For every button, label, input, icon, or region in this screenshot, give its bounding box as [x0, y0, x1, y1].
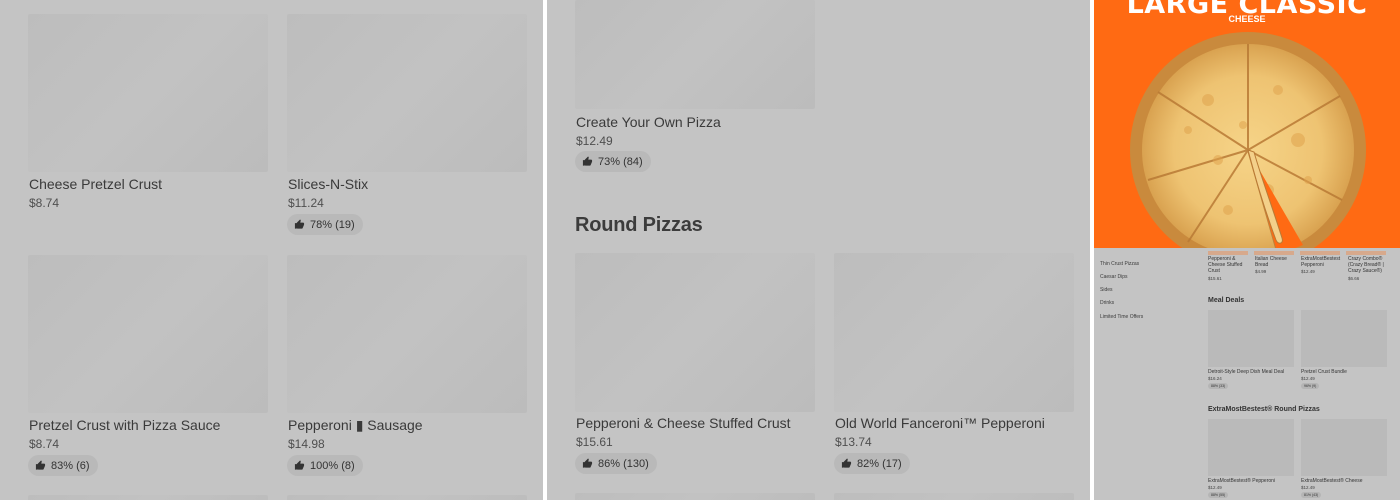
item-price: $4.99 — [1255, 269, 1267, 274]
item-name: Italian Cheese Bread — [1255, 256, 1287, 268]
item-price: $14.98 — [288, 437, 325, 451]
section-title-extramostbestest: ExtraMostBestest® Round Pizzas — [1208, 406, 1320, 413]
rating-badge: 82% (17) — [834, 453, 910, 474]
section-title-meal-deals: Meal Deals — [1208, 297, 1245, 304]
thumbs-up-icon — [582, 156, 593, 166]
thumbnail-image-strip — [1300, 251, 1340, 255]
item-name: Detroit-Style Deep Dish Meal Deal — [1208, 369, 1285, 375]
item-image-placeholder — [287, 495, 527, 500]
item-name: Pepperoni & Cheese Stuffed Crust — [1208, 256, 1243, 274]
rating-badge: 88% (33) — [1208, 383, 1229, 389]
item-name: ExtraMostBestest® Pepperoni — [1208, 478, 1276, 484]
rating-text: 100% (8) — [310, 459, 355, 472]
nav-item[interactable]: Limited Time Offers — [1100, 314, 1143, 320]
rating-badge: 96% (9) — [1301, 383, 1320, 389]
thumbs-up-icon — [294, 219, 305, 229]
item-image-placeholder — [28, 495, 268, 500]
menu-panel-middle: Create Your Own Pizza $12.49 73% (84) Ro… — [547, 0, 1090, 500]
item-image-placeholder — [287, 255, 527, 413]
menu-item-card[interactable]: Slices-N-Stix $11.24 78% (19) — [0, 0, 543, 240]
promo-and-overview-panel: LARGE CLASSIC CHEESE Thin Crust Pizzas C… — [1094, 0, 1400, 500]
item-image-placeholder — [1301, 419, 1387, 476]
item-price: $12.49 — [1301, 376, 1315, 381]
rating-badge: 73% (84) — [575, 151, 651, 172]
rating-text: 82% (17) — [857, 457, 902, 470]
item-price: $6.66 — [1348, 276, 1360, 281]
item-name: Slices-N-Stix — [288, 176, 369, 192]
item-name: Create Your Own Pizza — [576, 114, 721, 130]
item-image-placeholder — [575, 493, 815, 500]
thumbs-up-icon — [841, 458, 852, 468]
cheese-pizza-image — [1130, 32, 1366, 248]
item-price: $11.24 — [288, 196, 324, 210]
item-image-placeholder — [834, 253, 1074, 412]
nav-item[interactable]: Sides — [1100, 287, 1113, 293]
rating-badge: 100% (8) — [287, 455, 363, 476]
nav-item[interactable]: Caesar Dips — [1100, 274, 1128, 280]
thumbnail-image-strip — [1346, 251, 1386, 255]
item-image-placeholder — [1301, 310, 1387, 367]
item-name: Old World Fanceroni™ Pepperoni — [835, 415, 1045, 431]
rating-text: 78% (19) — [310, 218, 355, 231]
rating-badge: 88% (55) — [1208, 492, 1229, 498]
menu-item-card[interactable]: Pepperoni ▮ Sausage $14.98 100% (8) — [0, 240, 543, 490]
thumbs-up-icon — [294, 460, 305, 470]
rating-text: 73% (84) — [598, 155, 643, 168]
item-image-placeholder — [287, 14, 527, 172]
item-name: ExtraMostBestest Pepperoni — [1301, 256, 1341, 268]
thumbnail-image-strip — [1208, 251, 1248, 255]
item-price: $12.49 — [1208, 485, 1222, 490]
rating-badge: 81% (43) — [1301, 492, 1322, 498]
nav-item[interactable]: Drinks — [1100, 300, 1114, 306]
menu-panel-left: Cheese Pretzel Crust $8.74 Slices-N-Stix… — [0, 0, 543, 500]
promo-subtitle: CHEESE — [1228, 14, 1266, 24]
menu-overview-thumbnail: Thin Crust Pizzas Caesar Dips Sides Drin… — [1094, 251, 1400, 500]
menu-item-card[interactable]: Old World Fanceroni™ Pepperoni $13.74 82… — [547, 250, 1090, 480]
item-price: $12.49 — [1301, 269, 1315, 274]
item-image-placeholder — [1208, 419, 1294, 476]
promo-banner[interactable]: LARGE CLASSIC CHEESE — [1094, 0, 1400, 248]
nav-item[interactable]: Thin Crust Pizzas — [1100, 261, 1139, 267]
item-price: $15.61 — [1208, 276, 1222, 281]
item-price: $16.24 — [1208, 376, 1222, 381]
item-name: Pepperoni ▮ Sausage — [288, 417, 423, 433]
item-image-placeholder — [1208, 310, 1294, 367]
thumbnail-image-strip — [1254, 251, 1294, 255]
rating-badge: 78% (19) — [287, 214, 363, 235]
menu-item-card[interactable]: Create Your Own Pizza $12.49 73% (84) — [547, 0, 817, 180]
item-price: $12.49 — [576, 134, 613, 148]
item-price: $12.49 — [1301, 485, 1315, 490]
item-price: $13.74 — [835, 435, 872, 449]
item-name: Pretzel Crust Bundle — [1301, 369, 1347, 375]
item-name: Crazy Combo® (Crazy Bread® | Crazy Sauce… — [1348, 256, 1384, 274]
section-title-round-pizzas: Round Pizzas — [575, 214, 703, 236]
item-image-placeholder — [575, 0, 815, 109]
item-image-placeholder — [834, 493, 1074, 500]
item-name: ExtraMostBestest® Cheese — [1301, 478, 1363, 484]
